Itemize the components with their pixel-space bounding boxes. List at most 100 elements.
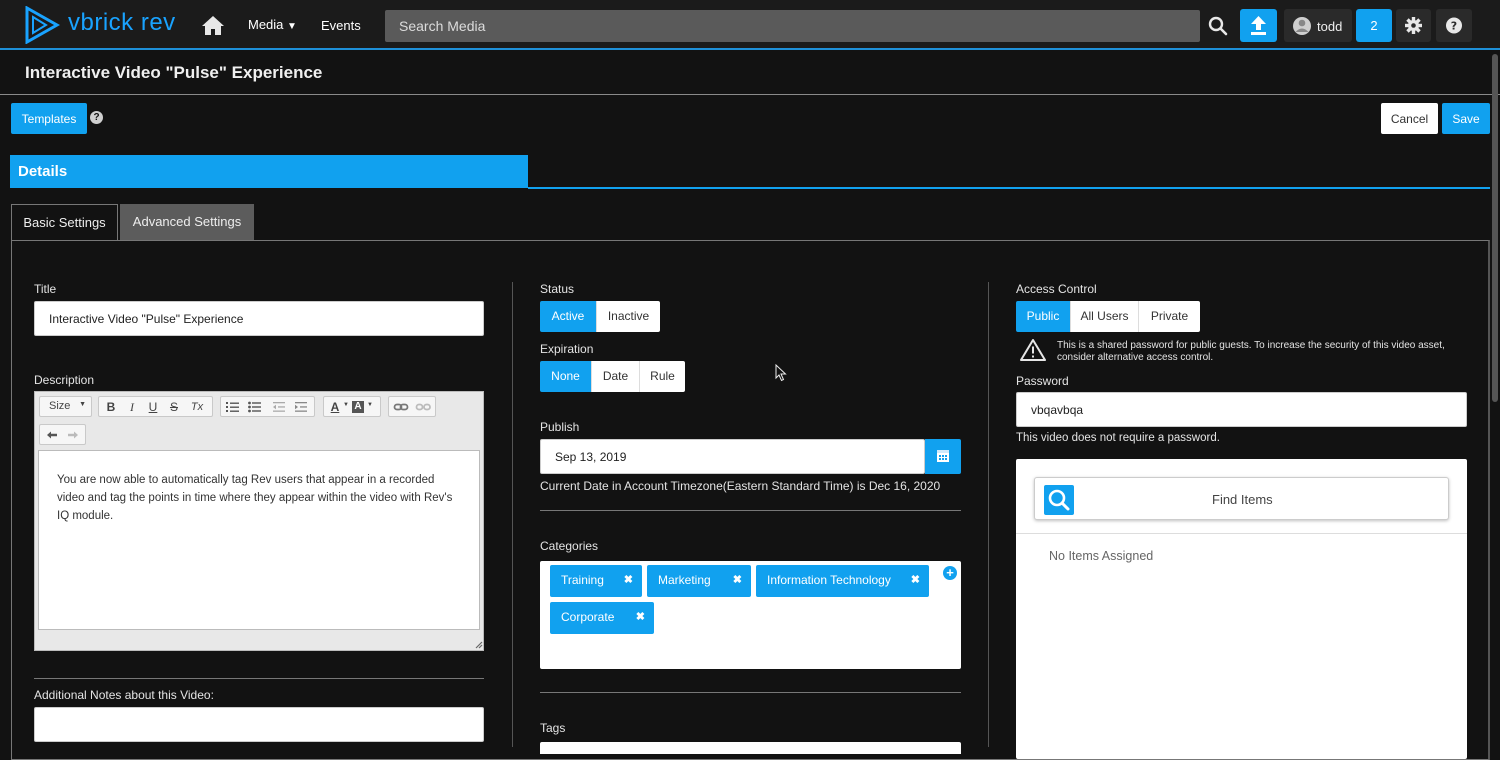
expiration-rule-button[interactable]: Rule xyxy=(640,361,685,392)
list-toolbar-group xyxy=(220,396,315,417)
access-private-button[interactable]: Private xyxy=(1139,301,1200,332)
caret-down-icon: ▼ xyxy=(287,21,297,32)
search-input[interactable] xyxy=(385,10,1200,42)
media-menu[interactable]: Media ▼ xyxy=(248,17,297,32)
password-input[interactable] xyxy=(1016,392,1467,427)
divider xyxy=(0,94,1500,95)
expiration-none-button[interactable]: None xyxy=(540,361,592,392)
access-all-users-button[interactable]: All Users xyxy=(1071,301,1139,332)
undo-icon[interactable] xyxy=(44,427,60,443)
category-chip: Marketing ✖ xyxy=(647,565,751,597)
templates-button[interactable]: Templates xyxy=(11,103,87,134)
caret-down-icon: ▼ xyxy=(79,401,86,408)
templates-help-icon[interactable]: ? xyxy=(90,111,103,124)
add-category-icon[interactable]: + xyxy=(943,566,957,580)
notes-label: Additional Notes about this Video: xyxy=(34,688,214,702)
access-control-label: Access Control xyxy=(1016,282,1097,296)
categories-label: Categories xyxy=(540,539,599,553)
publish-date-input[interactable] xyxy=(540,439,925,474)
details-section-header: Details xyxy=(10,155,528,188)
status-toggle: Active Inactive xyxy=(540,301,660,332)
unlink-icon[interactable] xyxy=(415,399,431,415)
help-icon: ? xyxy=(1446,17,1462,34)
color-toolbar-group: A ▼ A ▼ xyxy=(323,396,381,417)
numbered-list-icon[interactable] xyxy=(225,399,241,415)
user-name[interactable]: todd xyxy=(1317,19,1342,34)
clear-format-button[interactable]: Tx xyxy=(189,399,205,415)
no-items-text: No Items Assigned xyxy=(1049,549,1154,563)
tab-basic-settings[interactable]: Basic Settings xyxy=(11,204,118,241)
password-label: Password xyxy=(1016,374,1069,388)
divider xyxy=(528,187,1490,189)
strikethrough-button[interactable]: S xyxy=(166,399,182,415)
cancel-button[interactable]: Cancel xyxy=(1381,103,1438,134)
category-chip-label: Information Technology xyxy=(767,573,891,587)
access-warning-text: This is a shared password for public gue… xyxy=(1057,340,1445,363)
scrollbar[interactable] xyxy=(1492,54,1498,402)
save-button[interactable]: Save xyxy=(1442,103,1490,134)
remove-category-icon[interactable]: ✖ xyxy=(911,565,920,595)
category-chip-label: Corporate xyxy=(561,610,615,624)
access-control-toggle: Public All Users Private xyxy=(1016,301,1200,332)
status-label: Status xyxy=(540,282,575,296)
search-icon xyxy=(1048,489,1070,511)
underline-button[interactable]: U xyxy=(145,399,161,415)
notifications-badge[interactable]: 2 xyxy=(1356,9,1392,42)
outdent-icon[interactable] xyxy=(271,399,287,415)
category-chip-label: Training xyxy=(561,573,604,587)
access-public-button[interactable]: Public xyxy=(1016,301,1071,332)
font-size-dropdown[interactable]: Size ▼ xyxy=(39,396,92,417)
upload-button[interactable] xyxy=(1240,9,1277,42)
find-items-label: Find Items xyxy=(1212,492,1273,507)
avatar-icon xyxy=(1293,17,1311,35)
title-label: Title xyxy=(34,282,57,296)
tab-advanced-settings[interactable]: Advanced Settings xyxy=(120,204,254,240)
media-menu-label: Media xyxy=(248,17,284,32)
remove-category-icon[interactable]: ✖ xyxy=(636,602,645,632)
search-icon[interactable] xyxy=(1202,10,1234,42)
category-chip-label: Marketing xyxy=(658,573,711,587)
gear-icon xyxy=(1405,17,1422,34)
expiration-date-button[interactable]: Date xyxy=(592,361,640,392)
divider xyxy=(540,692,961,693)
description-text[interactable]: You are now able to automatically tag Re… xyxy=(38,450,480,630)
vbrick-logo-icon[interactable] xyxy=(24,6,60,44)
calendar-button[interactable] xyxy=(925,439,961,474)
caret-down-icon: ▼ xyxy=(367,402,373,408)
link-icon[interactable] xyxy=(393,399,409,415)
format-toolbar-group: B I U S Tx xyxy=(98,396,213,417)
remove-category-icon[interactable]: ✖ xyxy=(624,565,633,595)
settings-button[interactable] xyxy=(1396,9,1431,42)
description-label: Description xyxy=(34,373,95,387)
font-size-label: Size xyxy=(49,400,71,412)
find-items-icon-box xyxy=(1044,485,1074,515)
redo-icon[interactable] xyxy=(65,427,81,443)
status-active-button[interactable]: Active xyxy=(540,301,597,332)
font-color-button[interactable]: A xyxy=(327,399,343,415)
calendar-icon xyxy=(937,450,949,462)
publish-label: Publish xyxy=(540,420,580,434)
category-chip: Corporate ✖ xyxy=(550,602,654,634)
bold-button[interactable]: B xyxy=(103,399,119,415)
history-toolbar-group xyxy=(39,424,86,445)
link-toolbar-group xyxy=(388,396,436,417)
divider xyxy=(540,510,961,511)
logo-text[interactable]: vbrick rev xyxy=(68,9,176,37)
tags-input[interactable] xyxy=(540,742,961,754)
italic-button[interactable]: I xyxy=(124,399,140,415)
notes-input[interactable] xyxy=(34,707,484,742)
bullet-list-icon[interactable] xyxy=(247,399,263,415)
title-input[interactable] xyxy=(34,301,484,336)
home-icon[interactable] xyxy=(200,13,226,37)
caret-down-icon: ▼ xyxy=(343,402,349,408)
help-button[interactable]: ? xyxy=(1436,9,1472,42)
divider xyxy=(34,678,484,679)
status-inactive-button[interactable]: Inactive xyxy=(597,301,660,332)
column-divider xyxy=(988,282,989,747)
indent-icon[interactable] xyxy=(293,399,309,415)
column-divider xyxy=(512,282,513,747)
background-color-button[interactable]: A xyxy=(352,401,364,413)
remove-category-icon[interactable]: ✖ xyxy=(733,565,742,595)
resize-handle-icon[interactable] xyxy=(474,640,483,649)
events-link[interactable]: Events xyxy=(321,18,361,33)
